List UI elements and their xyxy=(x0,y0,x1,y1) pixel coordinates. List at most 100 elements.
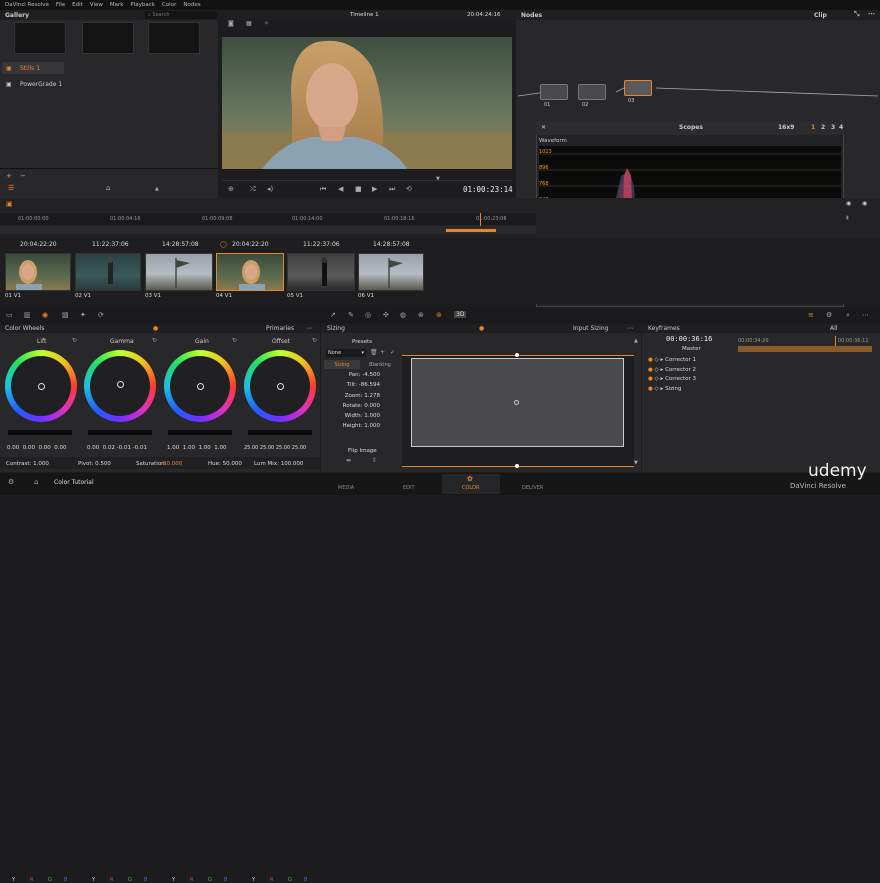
keyframe-toggle-icon[interactable]: ≡ xyxy=(808,311,814,319)
sizing-center-handle[interactable] xyxy=(514,400,519,405)
delete-icon[interactable]: 🗑 xyxy=(370,349,378,356)
audio-icon[interactable]: ◂) xyxy=(267,185,273,193)
clip-dropdown[interactable]: Clip xyxy=(814,12,827,19)
sizing-canvas[interactable] xyxy=(402,353,634,468)
motion-icon[interactable]: ✦ xyxy=(80,311,86,319)
blur-icon[interactable]: ◍ xyxy=(400,311,406,319)
sizing-icon[interactable]: ⊚ xyxy=(436,311,442,319)
keyframe-row[interactable]: ● ◇ ▸ Corrector 2 xyxy=(648,366,696,376)
3d-icon[interactable]: 3D xyxy=(454,311,467,318)
clip-thumbnail-03[interactable] xyxy=(145,253,213,291)
wheel-handle[interactable] xyxy=(197,383,204,390)
tracker-icon[interactable]: ✣ xyxy=(383,311,389,319)
page-3[interactable]: 3 xyxy=(831,124,835,131)
timeline-name[interactable]: Timeline 1 xyxy=(350,12,379,18)
keyframe-row[interactable]: ● ◇ ▸ Corrector 1 xyxy=(648,356,696,366)
zoom-icon[interactable]: ⌕ xyxy=(846,311,850,320)
gain-values[interactable]: 1.00 1.00 1.00 1.00 xyxy=(167,445,227,451)
edit-icon[interactable]: ✓ xyxy=(390,349,395,356)
offset-values[interactable]: 25.00 25.00 25.00 25.00 xyxy=(244,445,306,451)
scroll-down-icon[interactable]: ▼ xyxy=(634,460,638,466)
ratio-dropdown[interactable]: 16x9 xyxy=(778,124,794,131)
width-row[interactable]: Width: 1.000 xyxy=(322,413,380,419)
lift-values[interactable]: 0.00 0.00 0.00 0.00 xyxy=(7,445,67,451)
blanking-tab[interactable]: Blanking xyxy=(362,360,398,369)
clip-thumbnail-01[interactable] xyxy=(5,253,71,291)
zoom-row[interactable]: Zoom: 1.278 xyxy=(322,393,380,399)
close-icon[interactable]: ✕ xyxy=(541,124,546,131)
more-icon[interactable]: ⋯ xyxy=(862,311,869,319)
color-match-icon[interactable]: ▥ xyxy=(24,311,31,319)
powergrade-album[interactable]: ▣ PowerGrade 1 xyxy=(2,78,64,90)
wheel-handle[interactable] xyxy=(277,383,284,390)
gain-master-slider[interactable] xyxy=(168,430,232,435)
skip-back-icon[interactable]: ⏮ xyxy=(320,185,326,194)
settings-icon[interactable]: ⚙ xyxy=(826,311,832,319)
remove-icon[interactable]: − xyxy=(20,172,26,180)
gallery-still-slot[interactable] xyxy=(148,22,200,54)
tilt-row[interactable]: Tilt: -86.594 xyxy=(322,382,380,388)
playhead[interactable] xyxy=(480,213,481,227)
search-input[interactable]: ⌕ Search xyxy=(145,11,217,19)
scrub-icon[interactable]: ▼ xyxy=(436,176,440,182)
reset-icon[interactable]: ↻ xyxy=(152,337,157,344)
loop-icon[interactable]: ⟲ xyxy=(406,185,412,193)
window-icon[interactable]: ◎ xyxy=(365,311,371,319)
curves-icon[interactable]: ⟳ xyxy=(98,311,104,319)
menu-dots-icon[interactable]: ⋯ xyxy=(306,325,312,332)
key-icon[interactable]: ⊛ xyxy=(418,311,424,319)
clip-thumbnail-02[interactable] xyxy=(75,253,141,291)
height-row[interactable]: Height: 1.000 xyxy=(322,423,380,429)
wand-icon[interactable]: ✧ xyxy=(264,20,269,27)
color-tab[interactable]: COLOR xyxy=(462,485,479,491)
deliver-tab[interactable]: DELIVER xyxy=(522,485,543,491)
contrast-value[interactable]: Contrast: 1.000 xyxy=(6,461,49,467)
input-sizing-dropdown[interactable]: Input Sizing xyxy=(573,325,608,332)
menu-dots-icon[interactable]: ⋯ xyxy=(627,325,633,332)
lummix-value[interactable]: Lum Mix: 100.000 xyxy=(254,461,303,467)
reset-icon[interactable]: ↻ xyxy=(232,337,237,344)
menu-color[interactable]: Color xyxy=(162,2,176,8)
resize-icon[interactable]: ⤡ xyxy=(854,10,860,19)
menu-edit[interactable]: Edit xyxy=(72,2,83,8)
pivot-value[interactable]: Pivot: 0.500 xyxy=(78,461,111,467)
media-tab[interactable]: MEDIA xyxy=(338,485,354,491)
list-icon[interactable]: ☰ xyxy=(8,184,14,192)
reset-icon[interactable]: ↻ xyxy=(72,337,77,344)
flip-horizontal-icon[interactable]: ⇹ xyxy=(346,457,351,464)
menu-dots-icon[interactable]: ⋯ xyxy=(868,10,875,18)
hue-value[interactable]: Hue: 50.000 xyxy=(208,461,242,467)
pan-row[interactable]: Pan: -4.500 xyxy=(322,372,380,378)
node-02[interactable] xyxy=(578,84,606,100)
edit-tab[interactable]: EDIT xyxy=(403,485,415,491)
settings-icon[interactable]: ⚙ xyxy=(8,478,14,486)
curves-tool-icon[interactable]: ↗ xyxy=(330,311,336,319)
skip-forward-icon[interactable]: ⏭ xyxy=(389,185,395,194)
timeline-ruler[interactable] xyxy=(0,213,536,225)
node-03[interactable] xyxy=(624,80,652,96)
timeline-ctl-icon[interactable]: ◉ xyxy=(846,200,851,207)
clip-thumbnail-06[interactable] xyxy=(358,253,424,291)
keyframes-filter[interactable]: All xyxy=(830,325,837,332)
rotate-row[interactable]: Rotate: 0.000 xyxy=(322,403,380,409)
play-reverse-icon[interactable]: ◀ xyxy=(338,185,343,193)
master-track[interactable] xyxy=(738,346,872,352)
timeline-icon[interactable]: ▣ xyxy=(6,200,13,208)
stop-icon[interactable]: ■ xyxy=(355,185,362,193)
add-icon[interactable]: + xyxy=(6,172,12,180)
keyframe-row[interactable]: ● ◇ ▸ Corrector 3 xyxy=(648,375,696,385)
shuffle-icon[interactable]: ⤮ xyxy=(250,185,256,194)
reset-icon[interactable]: ↻ xyxy=(312,337,317,344)
add-icon[interactable]: + xyxy=(380,349,385,356)
page-4[interactable]: 4 xyxy=(839,124,843,131)
view-options-icon[interactable]: ⊕ xyxy=(228,185,234,193)
sizing-tab[interactable]: Sizing xyxy=(324,360,360,369)
node-01[interactable] xyxy=(540,84,568,100)
menu-nodes[interactable]: Nodes xyxy=(183,2,200,8)
gamma-values[interactable]: 0.00 0.02 -0.01 -0.01 xyxy=(87,445,147,451)
flip-vertical-icon[interactable]: ⇳ xyxy=(372,457,377,464)
wheel-handle[interactable] xyxy=(38,383,45,390)
clip-thumbnail-04[interactable] xyxy=(216,253,284,291)
clip-thumbnail-05[interactable] xyxy=(287,253,355,291)
menu-file[interactable]: File xyxy=(56,2,65,8)
